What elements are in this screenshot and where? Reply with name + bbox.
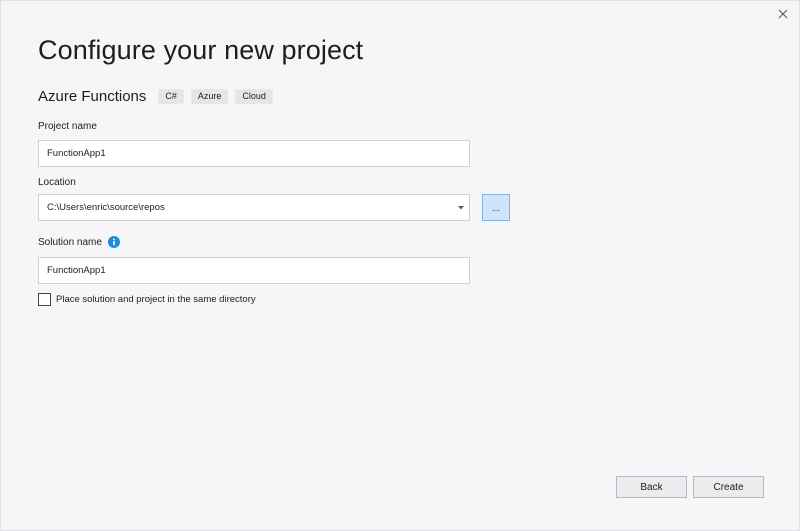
same-directory-option[interactable]: Place solution and project in the same d…	[38, 293, 256, 306]
tag-csharp: C#	[158, 88, 184, 104]
template-name: Azure Functions	[38, 87, 147, 105]
page-title: Configure your new project	[38, 35, 364, 65]
close-button[interactable]	[772, 4, 794, 24]
close-icon	[778, 9, 788, 19]
dropdown-arrow-icon[interactable]	[453, 195, 469, 220]
project-name-input[interactable]	[38, 140, 470, 167]
location-value: C:\Users\enric\source\repos	[47, 202, 165, 213]
same-directory-checkbox[interactable]	[38, 293, 51, 306]
location-combobox[interactable]: C:\Users\enric\source\repos	[38, 194, 470, 221]
tag-azure: Azure	[190, 88, 229, 104]
solution-name-input[interactable]	[38, 257, 470, 284]
project-name-label: Project name	[38, 121, 97, 132]
tag-cloud: Cloud	[235, 88, 273, 104]
location-label: Location	[38, 177, 76, 188]
configure-project-dialog: Configure your new project Azure Functio…	[0, 0, 800, 531]
browse-button[interactable]: ...	[482, 194, 510, 221]
info-icon[interactable]	[107, 236, 120, 248]
same-directory-label: Place solution and project in the same d…	[56, 294, 256, 305]
solution-name-label: Solution name	[38, 236, 102, 248]
solution-name-label-row: Solution name	[38, 236, 120, 248]
back-button[interactable]: Back	[616, 476, 687, 498]
create-button[interactable]: Create	[693, 476, 764, 498]
template-row: Azure Functions C# Azure Cloud	[38, 87, 280, 105]
